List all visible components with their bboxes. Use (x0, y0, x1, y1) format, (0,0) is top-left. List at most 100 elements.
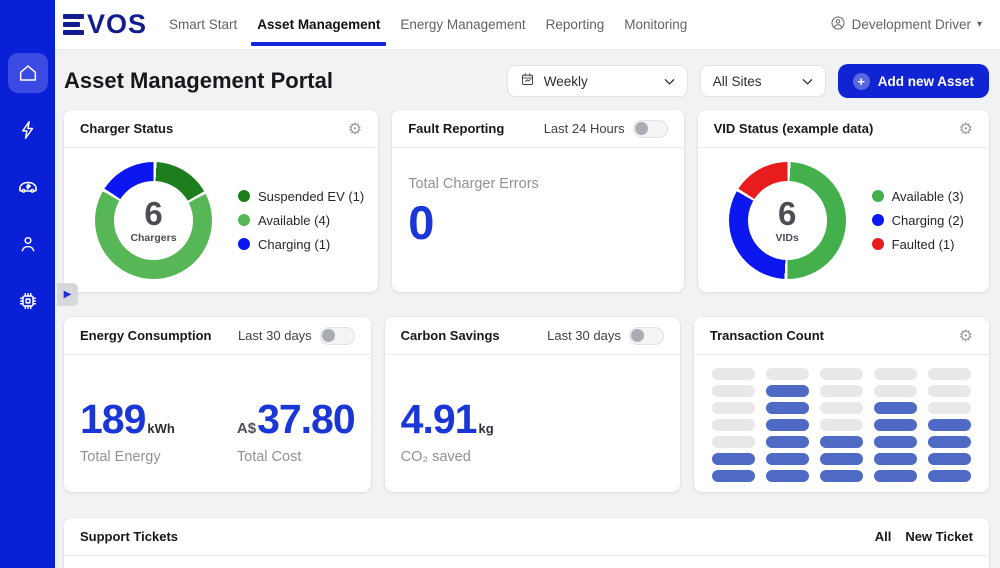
transaction-pill (928, 453, 971, 465)
transaction-count-header: Transaction Count ⚙ (694, 317, 989, 355)
legend-label: Charging (2) (892, 213, 964, 228)
legend-item: Suspended EV (1) (238, 189, 364, 204)
transaction-pill (874, 368, 917, 380)
transaction-pill (928, 470, 971, 482)
donut-center-value: 6 (144, 197, 162, 230)
chip-icon (17, 290, 39, 312)
user-menu[interactable]: Development Driver ▾ (830, 0, 982, 49)
transaction-pill (874, 385, 917, 397)
charger-status-header: Charger Status ⚙ (64, 110, 378, 148)
transaction-pill (820, 368, 863, 380)
sites-select[interactable]: All Sites (700, 65, 826, 97)
transaction-pill (766, 402, 809, 414)
charger-status-body: 6 Chargers Suspended EV (1) Available (4… (64, 148, 378, 292)
card-title: Charger Status (80, 121, 173, 136)
nav-reporting[interactable]: Reporting (546, 0, 605, 49)
main-content: Asset Management Portal Weekly All Sites (55, 50, 1000, 568)
logo-text: VOS (87, 11, 147, 38)
co2-saved-unit: kg (478, 421, 493, 436)
donut-center: 6 VIDs (748, 181, 827, 260)
support-tickets-header: Support Tickets All New Ticket (64, 518, 989, 556)
legend-label: Suspended EV (1) (258, 189, 364, 204)
support-tickets-actions: All New Ticket (875, 529, 973, 544)
transaction-pill (874, 436, 917, 448)
energy-consumption-body: 189 kWh Total Energy A$ 37.80 Total Cost (64, 355, 371, 492)
gear-icon[interactable]: ⚙ (959, 121, 973, 137)
sidebar-item-devices[interactable] (8, 281, 48, 321)
transaction-pill (712, 385, 755, 397)
nav-monitoring[interactable]: Monitoring (624, 0, 687, 49)
co2-saved-label: CO₂ saved (401, 449, 494, 465)
carbon-savings-body: 4.91 kg CO₂ saved (385, 355, 680, 492)
vid-status-header: VID Status (example data) ⚙ (698, 110, 989, 148)
all-tickets-link[interactable]: All (875, 529, 892, 544)
vid-status-card: VID Status (example data) ⚙ 6 VIDs Avail… (698, 110, 989, 292)
transaction-grid (712, 368, 971, 482)
evos-logo[interactable]: VOS (63, 0, 147, 49)
charger-status-card: Charger Status ⚙ 6 Chargers Suspended EV… (64, 110, 378, 292)
transaction-pill (820, 470, 863, 482)
last-30-days-toggle[interactable] (320, 327, 355, 345)
legend-dot (238, 190, 250, 202)
sidebar-expand-handle[interactable]: ▶ (57, 283, 78, 306)
period-select-value: Weekly (544, 74, 588, 89)
last-30-days-toggle[interactable] (629, 327, 664, 345)
vid-status-body: 6 VIDs Available (3) Charging (2) (698, 148, 989, 292)
chevron-down-icon: ▾ (977, 19, 982, 30)
add-new-asset-button[interactable]: + Add new Asset (838, 64, 989, 98)
cards-row-2: Energy Consumption Last 30 days 189 kWh … (64, 317, 989, 492)
currency-prefix: A$ (237, 420, 256, 437)
transaction-pill (928, 385, 971, 397)
card-title: Carbon Savings (401, 328, 500, 343)
header-controls: Weekly All Sites + Add new Asset (507, 64, 989, 98)
nav-smart-start[interactable]: Smart Start (169, 0, 237, 49)
transaction-pill (766, 436, 809, 448)
gear-icon[interactable]: ⚙ (959, 328, 973, 344)
sidebar (0, 0, 55, 568)
nav-energy-management[interactable]: Energy Management (400, 0, 525, 49)
sidebar-item-ev-car[interactable] (8, 167, 48, 207)
chevron-down-icon (802, 74, 813, 89)
legend-label: Faulted (1) (892, 237, 955, 252)
user-avatar-icon (830, 15, 846, 34)
transaction-pill (766, 453, 809, 465)
transaction-pill (712, 453, 755, 465)
legend-dot (238, 214, 250, 226)
transaction-pill (874, 470, 917, 482)
toggle-knob (631, 329, 644, 342)
expand-arrow-icon: ▶ (64, 290, 72, 300)
vid-status-donut-chart: 6 VIDs (729, 162, 846, 279)
card-title: Transaction Count (710, 328, 824, 343)
sidebar-item-energy[interactable] (8, 110, 48, 150)
fault-reporting-body: Total Charger Errors 0 (392, 148, 683, 292)
sidebar-item-users[interactable] (8, 224, 48, 264)
transaction-pill (766, 419, 809, 431)
add-new-asset-label: Add new Asset (878, 74, 974, 89)
period-select[interactable]: Weekly (507, 65, 688, 97)
support-tickets-card: Support Tickets All New Ticket (64, 518, 989, 568)
nav-asset-management[interactable]: Asset Management (257, 0, 380, 49)
donut-center-label: Chargers (130, 232, 176, 244)
transaction-pill (766, 470, 809, 482)
transaction-pill (874, 402, 917, 414)
total-energy-unit: kWh (147, 421, 174, 436)
legend-item: Available (4) (238, 213, 364, 228)
legend-label: Charging (1) (258, 237, 330, 252)
total-charger-errors-label: Total Charger Errors (408, 176, 667, 192)
new-ticket-link[interactable]: New Ticket (905, 529, 973, 544)
donut-center-label: VIDs (775, 232, 798, 244)
gear-icon[interactable]: ⚙ (348, 121, 362, 137)
chevron-down-icon (664, 74, 675, 89)
support-tickets-body (64, 556, 989, 568)
card-title: Support Tickets (80, 529, 178, 544)
transaction-pill (820, 419, 863, 431)
sidebar-item-home[interactable] (8, 53, 48, 93)
transaction-pill (820, 453, 863, 465)
last-24-hours-toggle[interactable] (633, 120, 668, 138)
card-title: Energy Consumption (80, 328, 211, 343)
carbon-savings-header: Carbon Savings Last 30 days (385, 317, 680, 355)
charger-status-donut-chart: 6 Chargers (95, 162, 212, 279)
transaction-pill (874, 453, 917, 465)
legend-label: Available (4) (258, 213, 330, 228)
legend-dot (872, 238, 884, 250)
